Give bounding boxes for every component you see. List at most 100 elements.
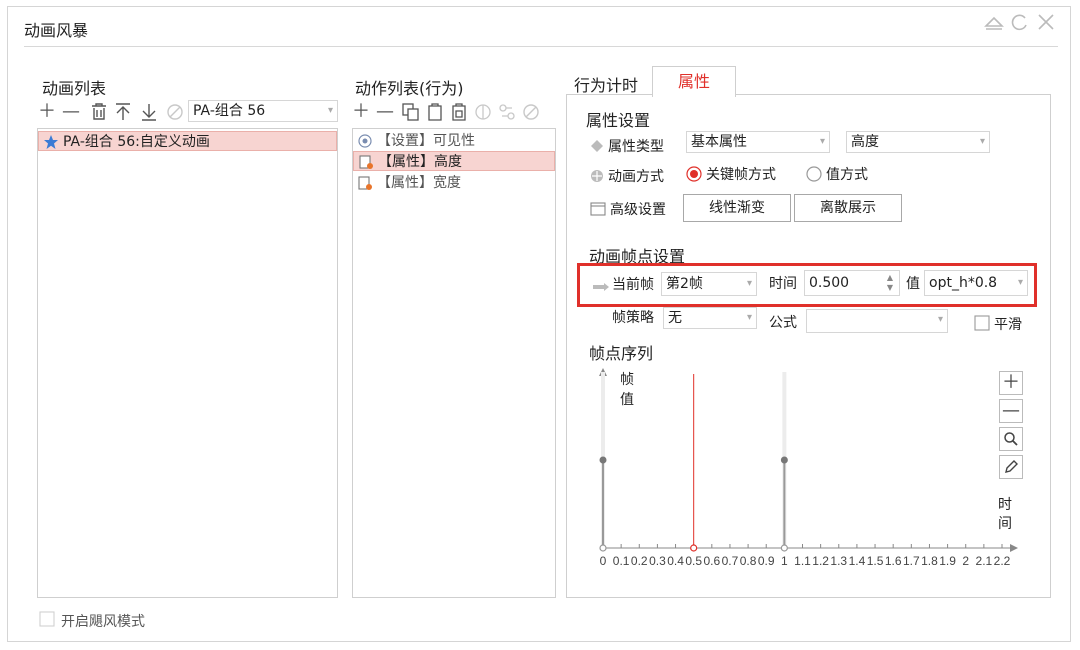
keyframe-mode-label: 关键帧方式 xyxy=(706,167,776,183)
time-label: 时间 xyxy=(769,276,797,292)
current-frame-value: 第2帧 xyxy=(666,276,703,292)
chevron-down-icon: ▾ xyxy=(746,312,752,323)
keyframe-point xyxy=(599,456,607,464)
chevron-down-icon: ▾ xyxy=(819,136,825,147)
calendar-icon xyxy=(590,202,606,220)
animation-combo[interactable]: PA-组合 56 ▾ xyxy=(188,100,338,122)
linear-gradient-button[interactable]: 线性渐变 xyxy=(683,194,791,222)
tab-property[interactable]: 属性 xyxy=(652,66,736,97)
action-list-item[interactable]: 【设置】可见性 xyxy=(353,131,555,151)
close-icon[interactable] xyxy=(1036,12,1056,37)
add-icon[interactable]: ＋ xyxy=(352,102,370,122)
copy-icon[interactable] xyxy=(402,103,420,125)
zoom-in-icon[interactable]: ＋ xyxy=(999,371,1023,395)
animation-combo-value: PA-组合 56 xyxy=(193,103,266,119)
chevron-down-icon: ▾ xyxy=(746,278,752,289)
chart-y-axis-label: 帧 值 xyxy=(620,372,634,408)
x-tick-label: 0.7 xyxy=(722,554,739,568)
animation-list-panel: PA-组合 56:自定义动画 xyxy=(37,128,338,598)
value-combo[interactable]: opt_h*0.8 ▾ xyxy=(924,270,1028,296)
value-value: opt_h*0.8 xyxy=(929,275,998,291)
chevron-down-icon: ▾ xyxy=(979,136,985,147)
search-icon[interactable] xyxy=(999,427,1023,451)
discrete-display-button[interactable]: 离散展示 xyxy=(794,194,902,222)
tab-timing[interactable]: 行为计时 xyxy=(574,72,638,96)
x-tick-label: 0.8 xyxy=(740,554,757,568)
x-axis-arrow xyxy=(1010,544,1018,552)
chart-x-axis-label: 时 间 xyxy=(998,497,1012,532)
property-type-value: 基本属性 xyxy=(691,134,747,150)
frame-strategy-label: 帧策略 xyxy=(612,310,654,326)
x-tick-label: 1 xyxy=(781,554,788,568)
animation-mode-icon xyxy=(590,169,604,187)
x-tick-label: 0.1 xyxy=(613,554,630,568)
x-tick-label: 2.1 xyxy=(976,554,993,568)
keyframe-mode-radio[interactable] xyxy=(686,166,702,186)
x-tick-label: 0.5 xyxy=(685,554,702,568)
disable-icon[interactable] xyxy=(522,103,540,125)
value-mode-radio[interactable] xyxy=(806,166,822,186)
action-list-item[interactable]: 【属性】宽度 xyxy=(353,173,555,193)
x-tick-label: 1.9 xyxy=(939,554,956,568)
smooth-checkbox[interactable] xyxy=(974,315,990,335)
paste-special-icon[interactable] xyxy=(450,103,468,125)
keyframe-chart[interactable]: 0 0.1 0.2 0.3 0.4 0.5 0.6 0.7 0.8 0.9 1 1.1 1.2 1.3 1.… xyxy=(586,362,1026,572)
animation-list-item[interactable]: PA-组合 56:自定义动画 xyxy=(38,131,337,151)
x-tick-label: 0.6 xyxy=(703,554,720,568)
remove-icon[interactable]: — xyxy=(376,102,394,122)
formula-combo[interactable]: ▾ xyxy=(806,309,948,333)
minimize-icon[interactable] xyxy=(984,12,1004,37)
zoom-out-icon[interactable]: — xyxy=(999,399,1023,423)
disable-icon[interactable] xyxy=(166,103,184,125)
chevron-down-icon: ▾ xyxy=(1013,271,1023,295)
frame-strategy-combo[interactable]: 无 ▾ xyxy=(663,307,757,329)
x-tick-label: 2 xyxy=(962,554,969,568)
chevron-down-icon: ▾ xyxy=(937,314,943,325)
frame-sequence-title: 帧点序列 xyxy=(589,344,654,363)
x-tick-label: 0.2 xyxy=(631,554,648,568)
action-list-panel: 【设置】可见性 【属性】高度 【属性】宽度 xyxy=(352,128,556,598)
advanced-settings-label: 高级设置 xyxy=(610,202,666,218)
smooth-label: 平滑 xyxy=(994,317,1022,333)
restore-icon[interactable] xyxy=(1010,12,1030,37)
property-type-combo[interactable]: 基本属性 ▾ xyxy=(686,131,830,153)
add-icon[interactable]: ＋ xyxy=(38,102,56,122)
property-type-label: 属性类型 xyxy=(608,139,664,155)
x-tick-label: 2.2 xyxy=(994,554,1011,568)
x-tick-label: 1.5 xyxy=(867,554,884,568)
x-tick-label: 0.9 xyxy=(758,554,775,568)
stepper-arrows-icon[interactable]: ▲ ▼ xyxy=(887,273,893,293)
action-item-label: 【属性】宽度 xyxy=(377,175,461,191)
time-stepper[interactable]: 0.500 ▲ ▼ xyxy=(804,270,900,296)
remove-icon[interactable]: — xyxy=(62,102,80,122)
animation-list-header: 动画列表 xyxy=(42,79,107,98)
group-icon[interactable] xyxy=(498,103,516,125)
x-tick-label: 1.3 xyxy=(830,554,847,568)
property-subtype-value: 高度 xyxy=(851,134,879,150)
action-item-label: 【属性】高度 xyxy=(378,154,462,170)
action-list-item[interactable]: 【属性】高度 xyxy=(353,151,555,171)
move-down-icon[interactable] xyxy=(140,103,158,125)
star-icon xyxy=(43,134,59,156)
property-icon xyxy=(358,176,372,196)
animation-item-label: PA-组合 56:自定义动画 xyxy=(63,134,210,150)
current-frame-label: 当前帧 xyxy=(612,277,654,293)
formula-label: 公式 xyxy=(769,315,797,331)
split-icon[interactable] xyxy=(474,103,492,125)
current-frame-combo[interactable]: 第2帧 ▾ xyxy=(661,272,757,296)
move-top-icon[interactable] xyxy=(114,103,132,125)
action-list-header: 动作列表(行为) xyxy=(355,79,464,98)
delete-icon[interactable] xyxy=(90,103,108,125)
frame-strategy-value: 无 xyxy=(668,310,682,326)
title-divider xyxy=(24,46,1058,47)
keyframe-point xyxy=(780,456,788,464)
storm-mode-label: 开启飓风模式 xyxy=(61,614,145,630)
property-icon xyxy=(359,155,373,175)
storm-mode-checkbox[interactable] xyxy=(39,611,55,631)
property-subtype-combo[interactable]: 高度 ▾ xyxy=(846,131,990,153)
x-tick-label: 1.1 xyxy=(794,554,811,568)
paste-icon[interactable] xyxy=(426,103,444,125)
animation-mode-label: 动画方式 xyxy=(608,169,664,185)
window-title: 动画风暴 xyxy=(24,21,89,40)
pencil-icon[interactable] xyxy=(999,455,1023,479)
